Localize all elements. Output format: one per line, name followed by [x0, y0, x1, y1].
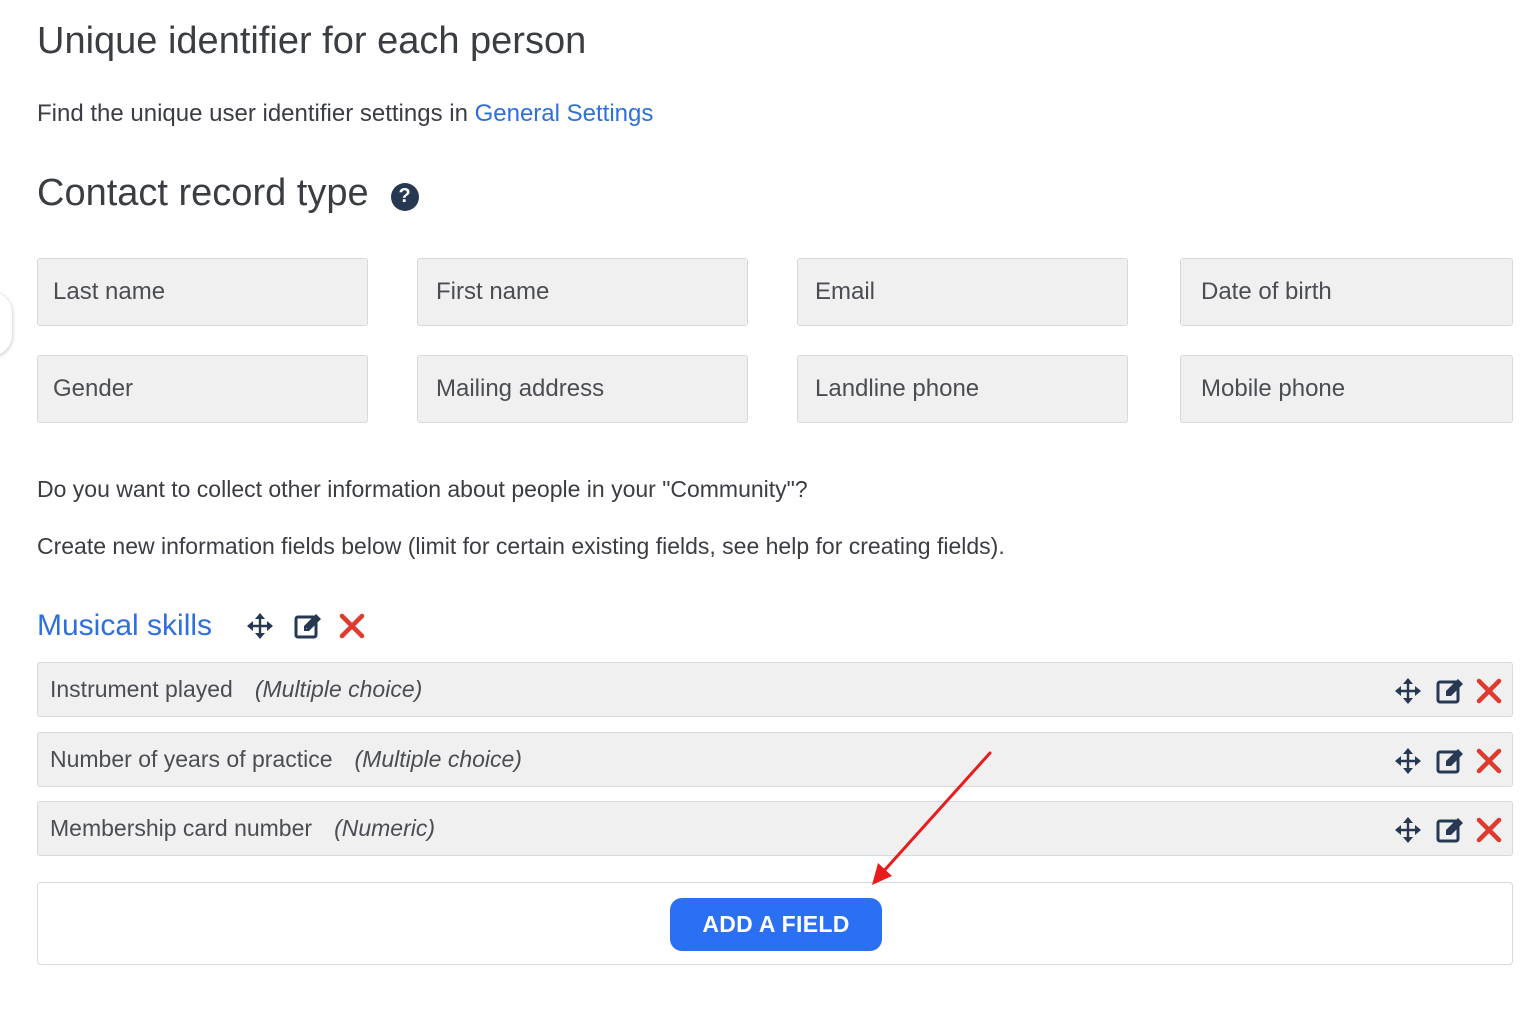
field-landline-phone: Landline phone [797, 355, 1128, 423]
field-date-of-birth: Date of birth [1180, 258, 1513, 326]
contact-record-heading: Contact record type ? [37, 172, 419, 215]
help-icon[interactable]: ? [390, 182, 419, 211]
general-settings-link[interactable]: General Settings [475, 100, 654, 127]
create-fields-instruction: Create new information fields below (lim… [37, 533, 1005, 559]
move-icon[interactable] [246, 612, 274, 640]
custom-field-label: Number of years of practice [50, 746, 333, 772]
edit-icon[interactable] [1436, 747, 1464, 775]
field-gender: Gender [37, 355, 368, 423]
custom-field-row[interactable]: Number of years of practice (Multiple ch… [37, 732, 1513, 787]
group-title: Musical skills [37, 609, 213, 642]
custom-field-label: Instrument played [50, 676, 233, 702]
field-mobile-phone: Mobile phone [1180, 355, 1513, 423]
field-mailing-address: Mailing address [417, 355, 748, 423]
group-header: Musical skills [37, 604, 365, 648]
custom-field-type: (Multiple choice) [354, 746, 522, 772]
add-field-button[interactable]: ADD A FIELD [670, 898, 882, 951]
row-actions [1394, 733, 1502, 788]
row-actions [1394, 802, 1502, 857]
page: Unique identifier for each person Find t… [0, 0, 1536, 1024]
identifier-settings-label: Find the unique user identifier settings… [37, 100, 475, 127]
field-email: Email [797, 258, 1128, 326]
side-panel-handle[interactable] [0, 292, 12, 356]
move-icon[interactable] [1394, 816, 1422, 844]
field-first-name: First name [417, 258, 748, 326]
page-title: Unique identifier for each person [37, 20, 587, 62]
field-last-name: Last name [37, 258, 368, 326]
row-actions [1394, 663, 1502, 718]
edit-icon[interactable] [294, 612, 322, 640]
move-icon[interactable] [1394, 677, 1422, 705]
annotation-arrow-icon [872, 751, 992, 885]
edit-icon[interactable] [1436, 816, 1464, 844]
custom-field-type: (Numeric) [334, 815, 436, 841]
custom-field-type: (Multiple choice) [254, 676, 423, 702]
custom-field-row[interactable]: Membership card number (Numeric) [37, 801, 1513, 856]
identifier-settings-text: Find the unique user identifier settings… [37, 100, 653, 128]
group-actions [246, 612, 365, 640]
move-icon[interactable] [1394, 747, 1422, 775]
edit-icon[interactable] [1436, 677, 1464, 705]
custom-field-label: Membership card number [50, 815, 313, 841]
custom-field-row[interactable]: Instrument played (Multiple choice) [37, 662, 1513, 717]
collect-info-question: Do you want to collect other information… [37, 476, 808, 502]
contact-record-title: Contact record type [37, 172, 369, 214]
delete-icon[interactable] [339, 613, 365, 639]
delete-icon[interactable] [1476, 678, 1502, 704]
delete-icon[interactable] [1476, 748, 1502, 774]
delete-icon[interactable] [1476, 817, 1502, 843]
